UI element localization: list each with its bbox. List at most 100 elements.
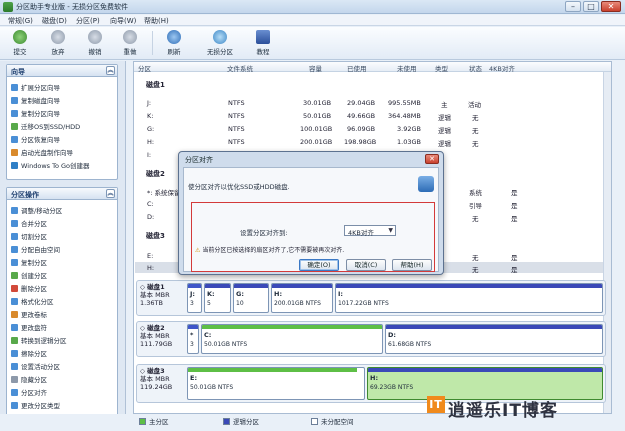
col-status[interactable]: 状态 bbox=[469, 63, 482, 73]
wizard-panel: 向导 ︽ 扩展分区向导 复制磁盘向导 复制分区向导 迁移OS到SSD/HDD 分… bbox=[6, 64, 118, 180]
sidebar-item-delete[interactable]: 删除分区 bbox=[11, 283, 47, 294]
windows-icon bbox=[11, 162, 18, 169]
sidebar-item-create[interactable]: 创建分区 bbox=[11, 270, 47, 281]
vertical-scrollbar[interactable] bbox=[603, 72, 611, 413]
discard-button[interactable]: 放弃 bbox=[41, 29, 75, 57]
sidebar-item-recovery-wizard[interactable]: 分区恢复向导 bbox=[11, 134, 60, 145]
col-filesystem[interactable]: 文件系统 bbox=[227, 63, 253, 73]
create-icon bbox=[11, 272, 18, 279]
dialog-close-button[interactable]: ✕ bbox=[425, 154, 439, 164]
sidebar-item-migrate-os[interactable]: 迁移OS到SSD/HDD bbox=[11, 121, 80, 132]
sidebar-item-copy-disk-wizard[interactable]: 复制磁盘向导 bbox=[11, 95, 60, 106]
watermark: IT 逍遥乐IT博客 bbox=[427, 396, 558, 421]
partition-block[interactable]: K: 5 bbox=[204, 283, 231, 313]
resize-icon bbox=[11, 207, 18, 214]
col-unused[interactable]: 未使用 bbox=[397, 63, 417, 73]
table-row[interactable]: J: NTFS 30.01GB 29.04GB 995.55MB 主 活动 bbox=[135, 97, 611, 109]
align-icon bbox=[11, 389, 18, 396]
sidebar-item-drive-letter[interactable]: 更改盘符 bbox=[11, 322, 47, 333]
disk-map-label: ◇ 磁盘3 基本 MBR 119.24GB bbox=[140, 367, 173, 391]
sidebar-item-resize[interactable]: 调整/移动分区 bbox=[11, 205, 62, 216]
partition-block[interactable]: C: 50.01GB NTFS bbox=[201, 324, 383, 354]
partition-block[interactable]: I: 1017.22GB NTFS bbox=[335, 283, 603, 313]
partition-ops-header[interactable]: 分区操作 ︽ bbox=[7, 188, 117, 200]
col-type[interactable]: 类型 bbox=[435, 63, 448, 73]
sidebar-item-wipe[interactable]: 擦除分区 bbox=[11, 348, 47, 359]
convert-icon bbox=[11, 337, 18, 344]
sidebar-item-hide[interactable]: 隐藏分区 bbox=[11, 374, 47, 385]
col-partition[interactable]: 分区 bbox=[138, 63, 151, 73]
partition-block[interactable]: G: 10 bbox=[233, 283, 269, 313]
sidebar-item-split[interactable]: 切割分区 bbox=[11, 231, 47, 242]
sidebar-item-merge[interactable]: 合并分区 bbox=[11, 218, 47, 229]
legend-unallocated: 未分配空间 bbox=[311, 416, 354, 426]
partition-ops-title: 分区操作 bbox=[11, 191, 39, 199]
collapse-icon[interactable]: ︽ bbox=[106, 66, 115, 75]
help-button[interactable]: 帮助(H) bbox=[392, 259, 432, 271]
menu-help[interactable]: 帮助(H) bbox=[144, 16, 169, 26]
minimize-button[interactable]: – bbox=[565, 1, 581, 12]
lossless-partition-button[interactable]: 无损分区 bbox=[199, 29, 241, 57]
sidebar-item-extend-wizard[interactable]: 扩展分区向导 bbox=[11, 82, 60, 93]
sidebar-item-format[interactable]: 格式化分区 bbox=[11, 296, 54, 307]
unallocated-swatch bbox=[311, 418, 318, 425]
toolbar: 提交 放弃 撤销 重做 刷新 无损分区 教程 bbox=[0, 27, 625, 60]
redo-button[interactable]: 重做 bbox=[113, 29, 147, 57]
align-select[interactable]: 4KB对齐 ▼ bbox=[344, 225, 396, 237]
menu-partition[interactable]: 分区(P) bbox=[76, 16, 100, 26]
disk-map-label: ◇ 磁盘2 基本 MBR 111.79GB bbox=[140, 324, 173, 348]
partition-block[interactable]: * 3 bbox=[187, 324, 199, 354]
copy-disk-icon bbox=[11, 97, 18, 104]
refresh-button[interactable]: 刷新 bbox=[157, 29, 191, 57]
tutorial-icon bbox=[256, 30, 270, 44]
col-used[interactable]: 已使用 bbox=[347, 63, 367, 73]
sidebar-item-allocate[interactable]: 分配自由空间 bbox=[11, 244, 60, 255]
menu-general[interactable]: 常规(G) bbox=[8, 16, 33, 26]
table-row[interactable]: K: NTFS 50.01GB 49.66GB 364.48MB 逻辑 无 bbox=[135, 110, 611, 122]
col-4k-align[interactable]: 4KB对齐 bbox=[489, 63, 515, 73]
partition-block[interactable]: J: 3 bbox=[187, 283, 202, 313]
window-title: 分区助手专业版 - 无损分区免费软件 bbox=[16, 3, 128, 11]
partition-ops-panel: 分区操作 ︽ 调整/移动分区 合并分区 切割分区 分配自由空间 复制分区 创建分… bbox=[6, 187, 118, 414]
menu-disk[interactable]: 磁盘(D) bbox=[42, 16, 67, 26]
cancel-button[interactable]: 取消(C) bbox=[346, 259, 386, 271]
ok-button[interactable]: 确定(O) bbox=[299, 259, 339, 271]
it-logo: IT bbox=[427, 396, 445, 413]
col-capacity[interactable]: 容量 bbox=[309, 63, 322, 73]
copy-icon bbox=[11, 259, 18, 266]
sidebar-item-bootable-media[interactable]: 启动光盘制作向导 bbox=[11, 147, 73, 158]
wipe-icon bbox=[11, 350, 18, 357]
redo-icon bbox=[123, 30, 137, 44]
table-row[interactable]: H: NTFS 200.01GB 198.98GB 1.03GB 逻辑 无 bbox=[135, 136, 611, 148]
extend-icon bbox=[11, 84, 18, 91]
partition-block[interactable]: H: 200.01GB NTFS bbox=[271, 283, 333, 313]
sidebar-item-windows-to-go[interactable]: Windows To Go创建器 bbox=[11, 160, 90, 171]
disk-map-1[interactable]: ◇ 磁盘1 基本 MBR 1.36TB J: 3 K: 5 G: 10 H: 2… bbox=[136, 280, 606, 316]
wizard-panel-header[interactable]: 向导 ︽ bbox=[7, 65, 117, 77]
undo-button[interactable]: 撤销 bbox=[78, 29, 112, 57]
sidebar-item-align[interactable]: 分区对齐 bbox=[11, 387, 47, 398]
logical-swatch bbox=[223, 418, 230, 425]
partition-align-dialog: 分区对齐 ✕ 使分区对齐以优化SSD或HDD磁盘. 设置分区对齐到: 4KB对齐… bbox=[178, 151, 444, 275]
sidebar-item-copy-partition-wizard[interactable]: 复制分区向导 bbox=[11, 108, 60, 119]
close-button[interactable]: ✕ bbox=[601, 1, 621, 12]
maximize-button[interactable]: □ bbox=[583, 1, 599, 12]
table-row[interactable]: G: NTFS 100.01GB 96.09GB 3.92GB 逻辑 无 bbox=[135, 123, 611, 135]
sidebar-item-copy-partition[interactable]: 复制分区 bbox=[11, 257, 47, 268]
sidebar-item-set-active[interactable]: 设置活动分区 bbox=[11, 361, 60, 372]
menu-wizard[interactable]: 向导(W) bbox=[110, 16, 136, 26]
tutorial-button[interactable]: 教程 bbox=[246, 29, 280, 57]
commit-button[interactable]: 提交 bbox=[3, 29, 37, 57]
sidebar-item-change-type[interactable]: 更改分区类型 bbox=[11, 400, 60, 411]
undo-icon bbox=[88, 30, 102, 44]
legend-primary: 主分区 bbox=[139, 416, 169, 426]
disk-map-2[interactable]: ◇ 磁盘2 基本 MBR 111.79GB * 3 C: 50.01GB NTF… bbox=[136, 321, 606, 357]
disc-icon bbox=[11, 149, 18, 156]
collapse-icon[interactable]: ︽ bbox=[106, 189, 115, 198]
partition-block[interactable]: D: 61.68GB NTFS bbox=[385, 324, 603, 354]
sidebar-item-to-logical[interactable]: 转换到逻辑分区 bbox=[11, 335, 67, 346]
partition-block[interactable]: E: 50.01GB NTFS bbox=[187, 367, 365, 400]
sidebar-item-label[interactable]: 更改卷标 bbox=[11, 309, 47, 320]
dialog-body: 使分区对齐以优化SSD或HDD磁盘. 设置分区对齐到: 4KB对齐 ▼ ⚠ 当前分… bbox=[183, 167, 439, 272]
merge-icon bbox=[11, 220, 18, 227]
